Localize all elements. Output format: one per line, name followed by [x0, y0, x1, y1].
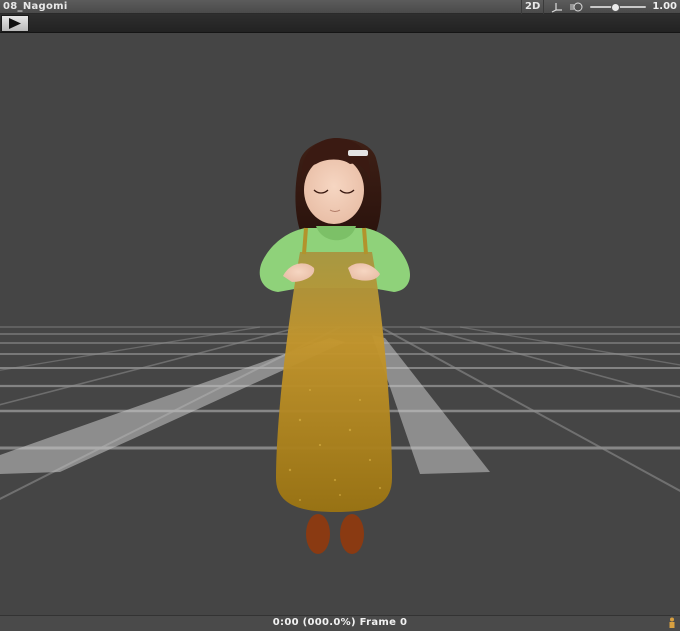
light-direction-icon[interactable] — [570, 1, 584, 13]
window-title-bar: 08_Nagomi 2D 1.00 — [0, 0, 680, 14]
3d-viewport[interactable] — [0, 33, 680, 615]
window-title: 08_Nagomi — [3, 1, 68, 12]
play-button[interactable] — [1, 15, 29, 32]
frame-readout: 0:00 (000.0%) Frame 0 — [272, 617, 408, 628]
zoom-value: 1.00 — [652, 1, 677, 12]
status-bar: 0:00 (000.0%) Frame 0 — [0, 615, 680, 631]
2d-mode-button[interactable]: 2D — [521, 0, 545, 14]
zoom-slider[interactable] — [590, 1, 647, 13]
play-icon — [9, 18, 21, 29]
zoom-slider-thumb[interactable] — [611, 3, 621, 12]
toolbar — [0, 14, 680, 33]
view-controls: 2D 1.00 — [521, 0, 677, 14]
axis-gizmo-icon[interactable] — [550, 1, 564, 13]
scene-canvas[interactable] — [0, 33, 680, 615]
figure-icon[interactable] — [667, 617, 677, 630]
